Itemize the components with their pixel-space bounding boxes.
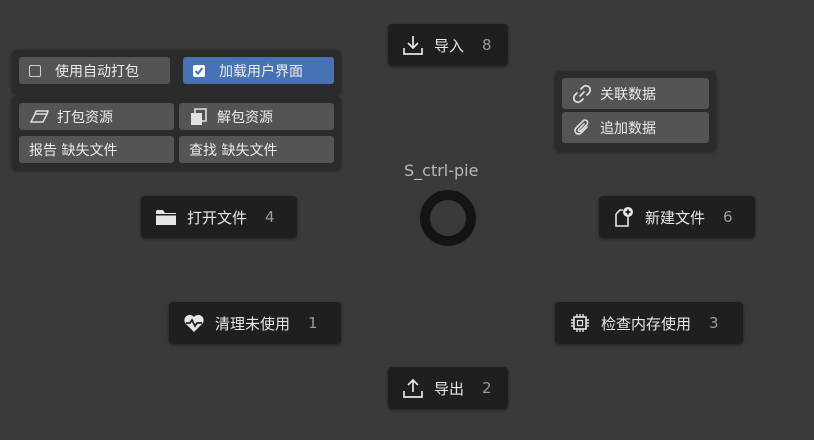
new-file-icon <box>613 206 635 228</box>
download-icon <box>402 34 424 56</box>
pack-icon <box>29 107 49 127</box>
export-hotkey: 2 <box>482 379 492 397</box>
checkbox-unchecked-icon <box>29 64 41 77</box>
unpack-icon <box>189 107 209 127</box>
unpack-resources-label: 解包资源 <box>217 109 273 126</box>
append-data-button[interactable]: 追加数据 <box>562 112 709 143</box>
export-label: 导出 <box>434 379 465 398</box>
link-data-button[interactable]: 关联数据 <box>562 78 709 109</box>
report-missing-label: 报告 缺失文件 <box>29 142 118 159</box>
import-hotkey: 8 <box>482 36 492 54</box>
memory-usage-button[interactable]: 检查内存使用 3 <box>555 302 743 344</box>
report-missing-files-button[interactable]: 报告 缺失文件 <box>19 136 174 163</box>
upload-icon <box>402 377 424 399</box>
import-button[interactable]: 导入 8 <box>388 24 508 66</box>
export-button[interactable]: 导出 2 <box>388 367 508 409</box>
pack-resources-button[interactable]: 打包资源 <box>19 103 174 130</box>
auto-pack-label: 使用自动打包 <box>55 63 139 80</box>
pack-resources-label: 打包资源 <box>57 109 113 126</box>
find-missing-files-button[interactable]: 查找 缺失文件 <box>179 136 334 163</box>
load-ui-label: 加载用户界面 <box>219 63 303 80</box>
append-data-label: 追加数据 <box>600 120 656 137</box>
heart-pulse-icon <box>183 312 205 334</box>
unpack-resources-button[interactable]: 解包资源 <box>179 103 334 130</box>
checkbox-checked-icon <box>193 64 205 77</box>
link-icon <box>572 84 592 104</box>
chip-icon <box>569 312 591 334</box>
link-data-label: 关联数据 <box>600 86 656 103</box>
open-file-hotkey: 4 <box>265 208 275 226</box>
purge-unused-hotkey: 1 <box>308 314 318 332</box>
find-missing-label: 查找 缺失文件 <box>189 142 278 159</box>
pie-center-ring <box>420 190 476 246</box>
purge-unused-label: 清理未使用 <box>215 314 291 333</box>
import-label: 导入 <box>434 36 465 55</box>
auto-pack-toggle[interactable]: 使用自动打包 <box>19 57 170 84</box>
paperclip-icon <box>572 118 592 138</box>
memory-usage-hotkey: 3 <box>709 314 719 332</box>
load-ui-toggle[interactable]: 加载用户界面 <box>183 57 334 84</box>
new-file-hotkey: 6 <box>723 208 733 226</box>
pie-title: S_ctrl-pie <box>404 161 479 180</box>
folder-icon <box>155 206 177 228</box>
open-file-label: 打开文件 <box>187 208 248 227</box>
new-file-label: 新建文件 <box>645 208 706 227</box>
open-file-button[interactable]: 打开文件 4 <box>141 196 297 238</box>
new-file-button[interactable]: 新建文件 6 <box>599 196 755 238</box>
purge-unused-button[interactable]: 清理未使用 1 <box>169 302 341 344</box>
memory-usage-label: 检查内存使用 <box>601 314 692 333</box>
